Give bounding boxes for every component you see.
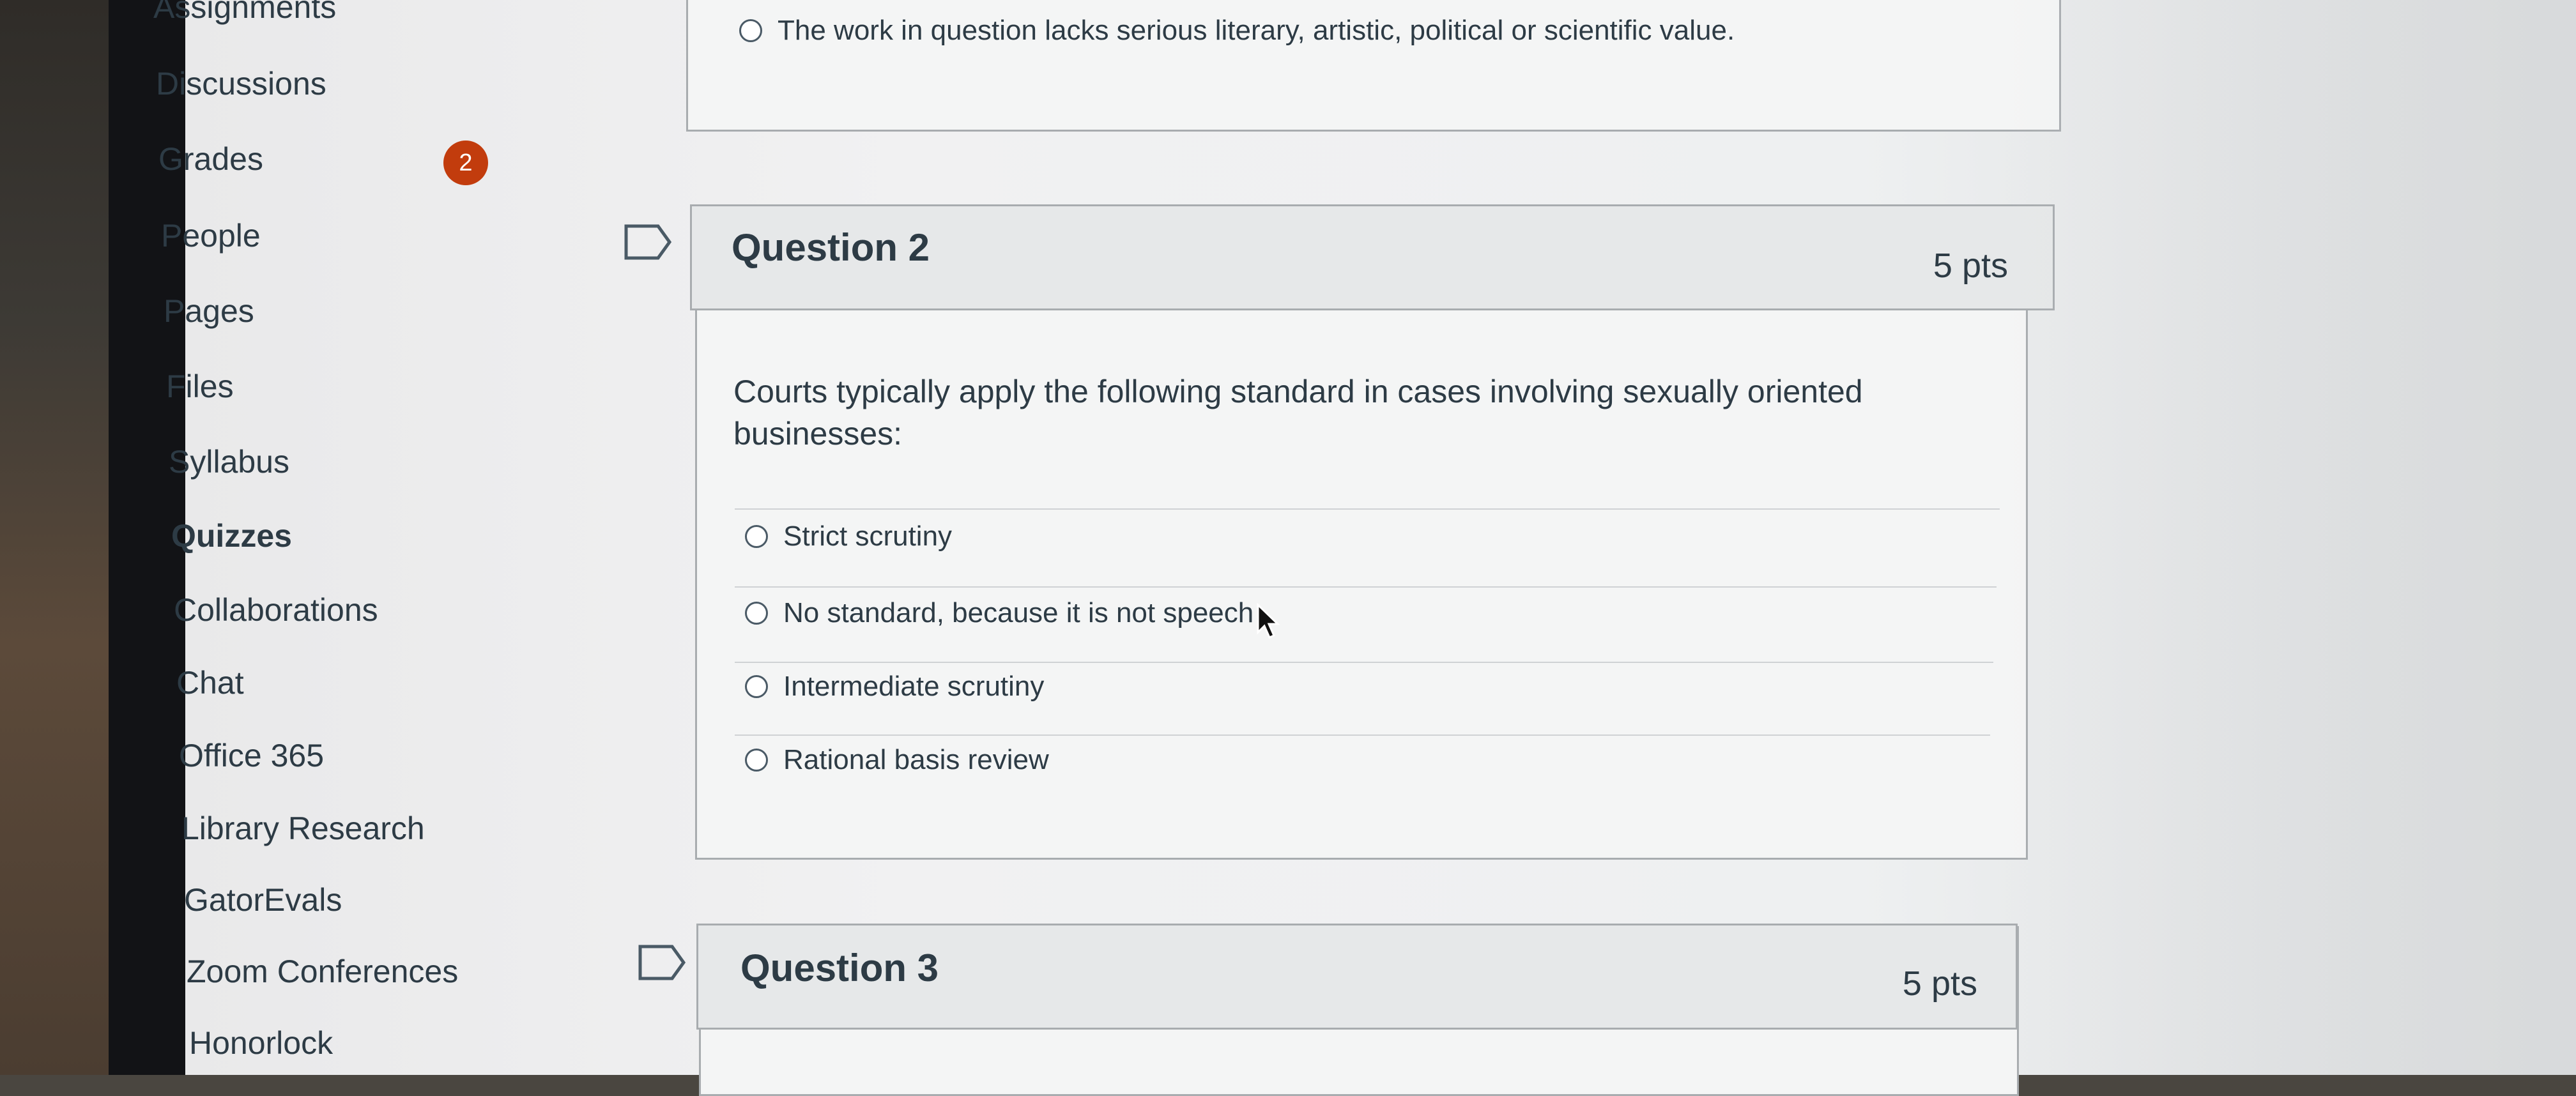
nav-item-quizzes[interactable]: Quizzes: [171, 517, 292, 554]
nav-item-discussions[interactable]: Discussions: [156, 65, 326, 102]
answer-option-no-standard[interactable]: No standard, because it is not speech: [745, 597, 1254, 629]
grades-count-badge: 2: [443, 141, 488, 185]
nav-item-assignments[interactable]: Assignments: [153, 0, 336, 26]
divider: [735, 734, 1990, 736]
radio-icon[interactable]: [745, 602, 768, 625]
answer-option-rational-basis[interactable]: Rational basis review: [745, 744, 1049, 776]
answer-label: Strict scrutiny: [783, 521, 953, 552]
question-points: 5 pts: [1902, 964, 1977, 1003]
nav-item-chat[interactable]: Chat: [176, 664, 244, 701]
answer-label: No standard, because it is not speech: [783, 597, 1254, 628]
mouse-cursor-icon: [1257, 603, 1280, 639]
question-title: Question 3: [740, 947, 939, 989]
nav-item-collaborations[interactable]: Collaborations: [174, 591, 378, 628]
nav-item-files[interactable]: Files: [166, 368, 234, 405]
answer-option-strict-scrutiny[interactable]: Strict scrutiny: [745, 521, 952, 552]
radio-icon[interactable]: [739, 19, 762, 42]
answer-label: Rational basis review: [783, 744, 1049, 775]
question-1-panel: The work in question lacks serious liter…: [686, 0, 2061, 132]
question-3-header: Question 3 5 pts: [696, 924, 2018, 1030]
flag-icon[interactable]: [624, 224, 672, 261]
question-2-header: Question 2 5 pts: [690, 204, 2055, 310]
question-title: Question 2: [732, 226, 930, 269]
answer-option-intermediate-scrutiny[interactable]: Intermediate scrutiny: [745, 671, 1044, 703]
nav-item-office-365[interactable]: Office 365: [179, 737, 324, 774]
nav-item-library-research[interactable]: Library Research: [181, 810, 425, 847]
nav-item-gatorevals[interactable]: GatorEvals: [184, 881, 342, 918]
nav-item-grades[interactable]: Grades: [158, 141, 263, 178]
radio-icon[interactable]: [745, 525, 768, 548]
answer-option[interactable]: The work in question lacks serious liter…: [739, 15, 1735, 47]
radio-icon[interactable]: [745, 749, 768, 772]
nav-item-pages[interactable]: Pages: [164, 293, 254, 330]
nav-item-people[interactable]: People: [161, 217, 261, 254]
screen-glare: [2001, 0, 2576, 1075]
desk-background: [0, 0, 109, 1075]
divider: [735, 586, 1997, 588]
nav-item-honorlock[interactable]: Honorlock: [189, 1024, 333, 1062]
question-text: Courts typically apply the following sta…: [733, 374, 1863, 452]
nav-item-syllabus[interactable]: Syllabus: [169, 443, 289, 480]
answer-label: The work in question lacks serious liter…: [778, 15, 1735, 46]
answer-label: Intermediate scrutiny: [783, 671, 1045, 702]
divider: [735, 662, 1993, 663]
radio-icon[interactable]: [745, 675, 768, 698]
divider: [735, 508, 2000, 510]
nav-item-zoom-conferences[interactable]: Zoom Conferences: [187, 953, 458, 990]
flag-icon[interactable]: [638, 944, 686, 981]
question-points: 5 pts: [1933, 247, 2008, 285]
